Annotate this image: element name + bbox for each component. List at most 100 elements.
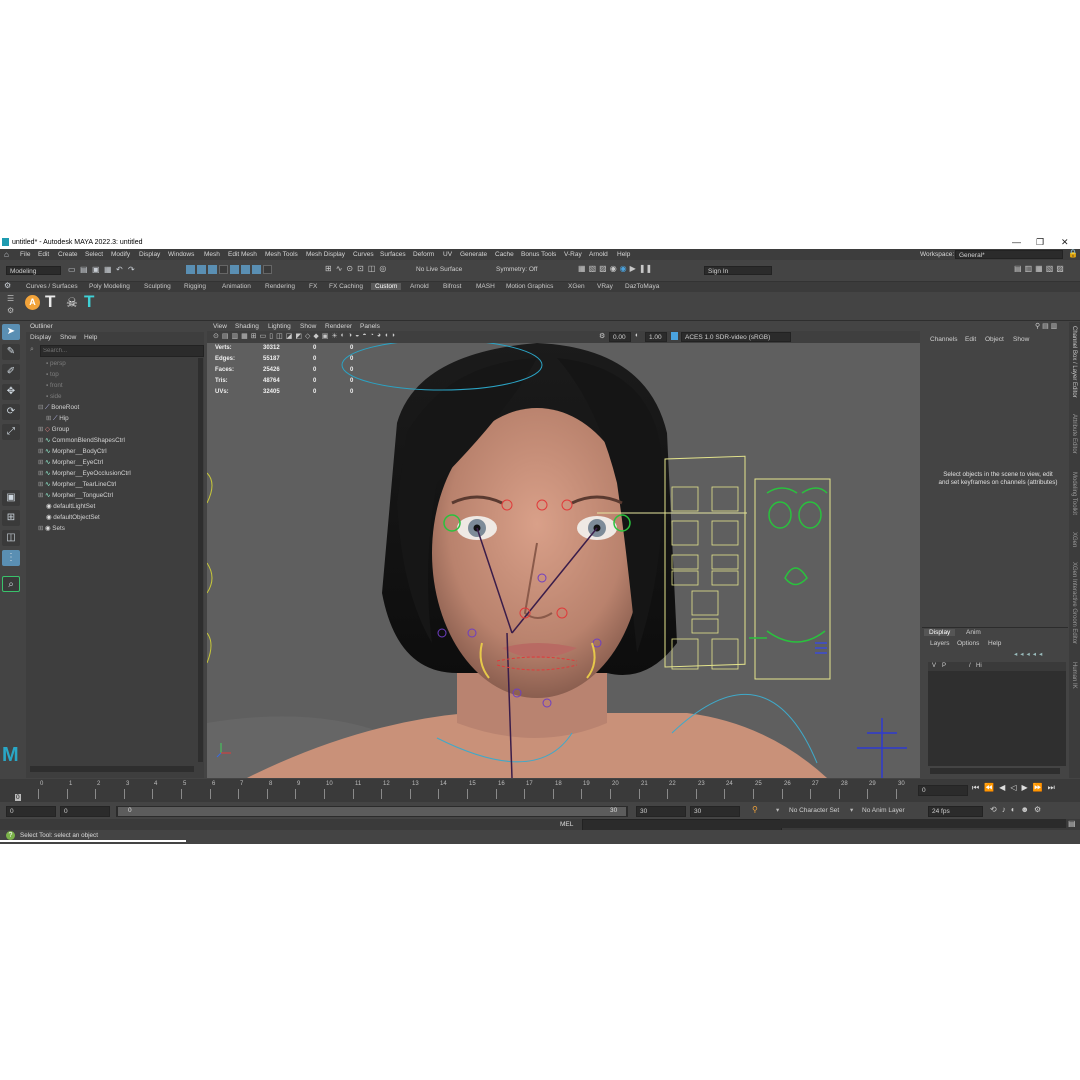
go-to-end-icon[interactable]: ⏭	[1048, 783, 1055, 793]
tpose-icon[interactable]: T	[84, 293, 94, 311]
symmetry-label[interactable]: Symmetry: Off	[496, 266, 537, 273]
shelf-settings-icon[interactable]: ⚙	[4, 281, 11, 290]
image-plane-icon[interactable]: ▦	[241, 332, 248, 342]
sound-icon[interactable]: ♪	[1002, 805, 1006, 814]
expand-icon[interactable]: ⊞	[38, 481, 45, 488]
mode-dropdown[interactable]: Modeling	[6, 266, 61, 275]
grid-icon[interactable]: ⊞	[251, 332, 257, 342]
snap-grid-icon[interactable]: ⊞	[325, 264, 332, 274]
outliner-menu-help[interactable]: Help	[84, 334, 97, 341]
character-set-label[interactable]: No Character Set	[789, 807, 839, 814]
new-scene-icon[interactable]: ▭	[68, 265, 76, 274]
tab-bifrost[interactable]: Bifrost	[443, 283, 461, 290]
anim-layer-dropdown-arrow[interactable]: ▾	[850, 806, 853, 814]
outliner-layout-icon[interactable]: ⋮	[2, 550, 20, 566]
list-item[interactable]: ⊟ ⟋ BoneRoot	[38, 402, 79, 413]
list-item[interactable]: ◉ defaultLightSet	[46, 501, 95, 512]
viewport-menu-show[interactable]: Show	[300, 323, 316, 330]
select-edge-icon[interactable]	[230, 265, 239, 274]
undo-icon[interactable]: ↶	[116, 265, 123, 274]
tab-vray[interactable]: VRay	[597, 283, 613, 290]
side-by-side-icon[interactable]: ◫	[2, 530, 20, 546]
bookmark-icon[interactable]: ▥	[232, 332, 239, 342]
select-component-icon[interactable]	[208, 265, 217, 274]
script-editor-icon[interactable]: ▤	[1068, 819, 1076, 828]
tab-fx[interactable]: FX	[309, 283, 317, 290]
lasso-tool-icon[interactable]: ✎	[2, 344, 20, 360]
select-vertex-icon[interactable]	[219, 265, 228, 274]
home-icon[interactable]: ⌂	[4, 250, 9, 259]
select-face-icon[interactable]	[241, 265, 250, 274]
loop-icon[interactable]: ⟲	[990, 805, 997, 814]
step-back-icon[interactable]: ◀	[999, 783, 1005, 793]
list-item[interactable]: ⊞ ⟋ Hip	[46, 413, 69, 424]
menu-surfaces[interactable]: Surfaces	[380, 251, 406, 258]
lock-icon[interactable]: 🔒	[1068, 249, 1078, 258]
end-time-field[interactable]: 30	[690, 806, 740, 817]
rotate-tool-icon[interactable]: ⟳	[2, 404, 20, 420]
select-hierarchy-icon[interactable]	[186, 265, 195, 274]
attribute-editor-icon[interactable]: ▥	[1025, 264, 1033, 273]
layer-row[interactable]: V P / Hi	[928, 662, 1066, 671]
layers-menu-layers[interactable]: Layers	[930, 640, 950, 647]
layout-icon[interactable]: ▤	[1042, 323, 1049, 330]
joint-tool-icon[interactable]: T	[45, 293, 55, 311]
motion-blur-icon[interactable]: ◒	[355, 332, 359, 342]
xray-icon[interactable]: ◕	[377, 332, 381, 342]
list-item[interactable]: ⊞ ◉ Sets	[38, 523, 65, 534]
prefs-icon[interactable]: ⚙	[1034, 805, 1041, 814]
menu-display[interactable]: Display	[139, 251, 160, 258]
side-tab-xgen-groom[interactable]: XGen Interactive Groom Editor	[1071, 562, 1077, 644]
exposure-field[interactable]: 0.00	[609, 332, 631, 342]
close-button[interactable]: ✕	[1061, 237, 1069, 248]
live-surface-label[interactable]: No Live Surface	[416, 266, 462, 273]
menu-help[interactable]: Help	[617, 251, 630, 258]
start-time-field[interactable]: 0	[6, 806, 56, 817]
paint-select-icon[interactable]: ✐	[2, 364, 20, 380]
hypershade-icon[interactable]: ◉	[610, 264, 617, 274]
step-forward-icon[interactable]: ⏩	[1033, 783, 1043, 793]
outliner-scrollbar[interactable]	[198, 358, 203, 762]
outliner-menu-display[interactable]: Display	[30, 334, 51, 341]
menu-create[interactable]: Create	[58, 251, 78, 258]
tab-sculpting[interactable]: Sculpting	[144, 283, 171, 290]
expand-icon[interactable]: ⊞	[38, 470, 45, 477]
list-item[interactable]: ⊞ ∿ Morpher__BodyCtrl	[38, 446, 107, 457]
layer-editor-icon[interactable]: ▨	[1056, 264, 1064, 273]
redo-icon[interactable]: ↷	[128, 265, 135, 274]
play-render-icon[interactable]: ▶	[630, 264, 636, 274]
isolate-icon[interactable]: ◔	[370, 332, 374, 342]
step-back-key-icon[interactable]: ⏪	[984, 783, 994, 793]
fps-dropdown[interactable]: 24 fps	[928, 806, 983, 817]
range-slider[interactable]: 0 30	[116, 806, 628, 817]
skull-icon[interactable]: ☠	[66, 295, 78, 311]
viewport-menu-panels[interactable]: Panels	[360, 323, 380, 330]
shelf-options-icon[interactable]: ⚙	[7, 306, 14, 315]
range-slider-handle[interactable]: 0 30	[118, 807, 626, 816]
modeling-toolkit-icon[interactable]: ▤	[1014, 264, 1022, 273]
viewport-menu-renderer[interactable]: Renderer	[325, 323, 352, 330]
menu-uv[interactable]: UV	[443, 251, 452, 258]
snap-view-icon[interactable]: ⊡	[357, 264, 364, 274]
menu-modify[interactable]: Modify	[111, 251, 130, 258]
list-item[interactable]: ⊞ ◇ Group	[38, 424, 69, 435]
viewport-menu-view[interactable]: View	[213, 323, 227, 330]
current-frame-field[interactable]: 0	[918, 785, 968, 796]
field-chart-icon[interactable]: ◪	[286, 332, 293, 342]
safe-action-icon[interactable]: ◩	[295, 332, 302, 342]
channel-box-icon[interactable]: ▧	[1046, 264, 1054, 273]
float-icon[interactable]: ▥	[1051, 323, 1058, 330]
menu-vray[interactable]: V-Ray	[564, 251, 582, 258]
layer-visibility-toggle[interactable]: V	[932, 663, 936, 669]
arnold-render-icon[interactable]: ◉	[620, 264, 627, 274]
play-forward-icon[interactable]: ▶	[1021, 783, 1027, 793]
render-settings-icon[interactable]: ▨	[599, 264, 607, 274]
save-scene-icon[interactable]: ▣	[92, 265, 100, 274]
character-set-dropdown-arrow[interactable]: ▾	[776, 806, 779, 814]
expand-icon[interactable]: ⊟	[38, 404, 45, 411]
layer-playback-toggle[interactable]: P	[942, 663, 946, 669]
anti-alias-icon[interactable]: ◓	[362, 332, 366, 342]
tab-daztomaya[interactable]: DazToMaya	[625, 283, 659, 290]
layer-arrow-icons[interactable]: ◂◂◂◂◂	[1014, 650, 1045, 658]
four-view-icon[interactable]: ⊞	[2, 510, 20, 526]
